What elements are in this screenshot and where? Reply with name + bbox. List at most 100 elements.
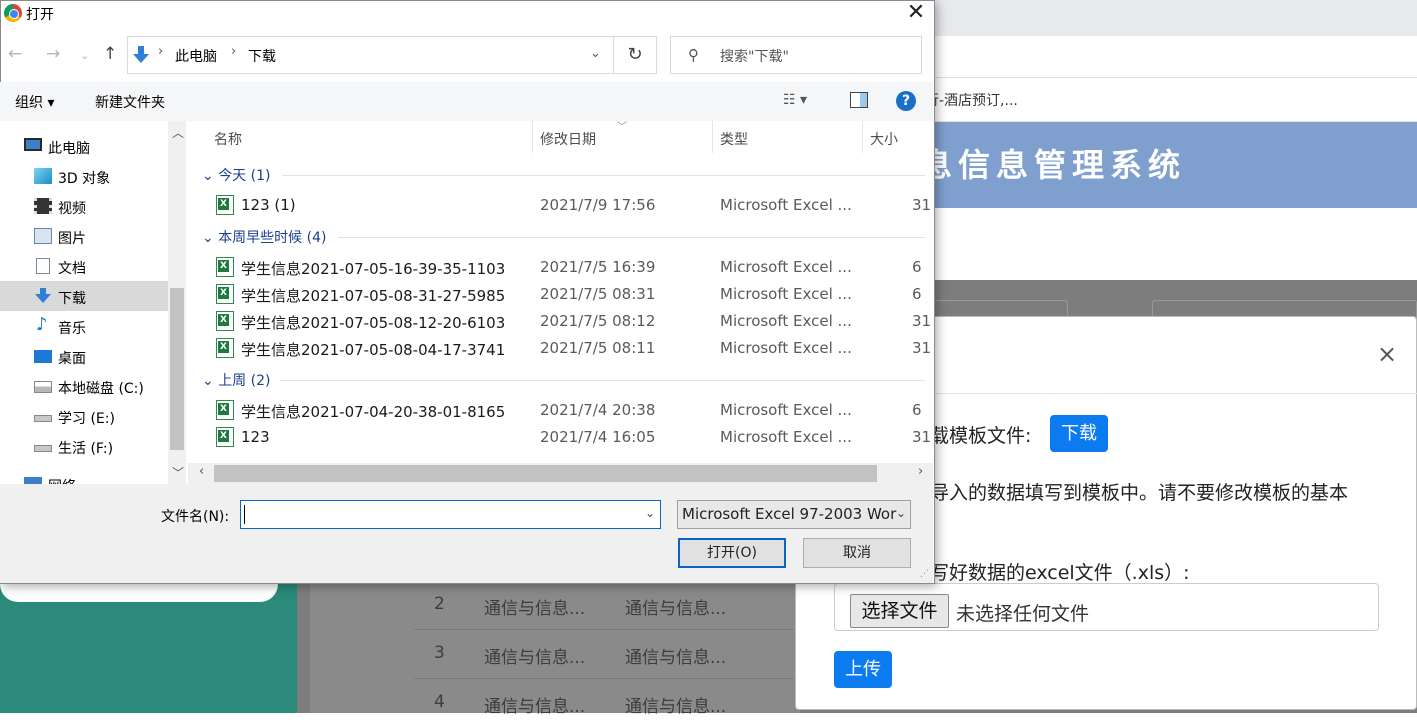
breadcrumb-separator-icon[interactable]: ›: [158, 44, 163, 59]
file-type: Microsoft Excel ...: [720, 258, 852, 276]
organize-menu[interactable]: 组织 ▾: [15, 92, 54, 112]
sidebar-item-label: 文档: [58, 261, 86, 277]
cube-icon: [34, 168, 52, 184]
forward-arrow-icon[interactable]: →: [46, 44, 60, 64]
table-row: 4 通信与信息... 通信与信息...: [414, 678, 794, 727]
file-type: Microsoft Excel ...: [720, 312, 852, 330]
cancel-button[interactable]: 取消: [803, 538, 911, 568]
filename-input[interactable]: [240, 500, 661, 529]
group-divider: [280, 380, 925, 381]
sidebar-item-label: 学习 (E:): [58, 411, 115, 427]
filetype-dropdown-icon[interactable]: ⌄: [896, 506, 906, 520]
upload-button[interactable]: 上传: [834, 651, 892, 688]
sidebar-item-network[interactable]: 网络: [0, 469, 168, 484]
address-dropdown-icon[interactable]: ⌄: [590, 46, 601, 61]
file-row[interactable]: 123 (1) 2021/7/9 17:56 Microsoft Excel .…: [188, 192, 933, 219]
table-cell: 通信与信息...: [484, 697, 586, 717]
music-icon: ♪: [36, 314, 48, 335]
sidebar-item-documents[interactable]: 文档: [0, 251, 168, 281]
filename-label: 文件名(N):: [161, 509, 230, 525]
column-divider[interactable]: [712, 121, 713, 153]
scroll-left-icon[interactable]: ‹: [199, 464, 204, 479]
sidebar-item-downloads[interactable]: 下载: [0, 281, 168, 311]
sidebar-item-drive-f[interactable]: 生活 (F:): [0, 431, 168, 461]
file-date: 2021/7/4 20:38: [540, 401, 656, 419]
column-header-name[interactable]: 名称: [214, 129, 242, 149]
refresh-icon[interactable]: ↻: [614, 36, 657, 74]
computer-icon: [24, 138, 42, 151]
table-cell: 通信与信息...: [484, 648, 586, 668]
open-button[interactable]: 打开(O): [678, 538, 786, 568]
column-divider[interactable]: [862, 121, 863, 153]
filename-dropdown-icon[interactable]: ⌄: [645, 506, 655, 520]
collapse-chevron-icon: ⌄: [202, 230, 219, 246]
file-date: 2021/7/5 16:39: [540, 258, 656, 276]
sidebar-item-pictures[interactable]: 图片: [0, 221, 168, 251]
search-placeholder: 搜索"下载": [720, 49, 789, 65]
network-icon: [24, 477, 42, 484]
desktop-icon: [34, 350, 52, 363]
sidebar-item-3d-objects[interactable]: 3D 对象: [0, 161, 168, 191]
table-cell: 通信与信息...: [625, 648, 727, 668]
bookmark-item[interactable]: 行-酒店预订,...: [925, 90, 1018, 110]
horizontal-scrollbar-thumb[interactable]: [214, 465, 877, 482]
resize-grip-icon[interactable]: ⋰: [920, 569, 929, 579]
disk-icon: [34, 381, 52, 393]
sidebar-scrollbar-thumb[interactable]: [170, 288, 184, 450]
preview-pane-icon[interactable]: [850, 92, 868, 108]
sidebar-item-videos[interactable]: 视频: [0, 191, 168, 221]
modal-close-icon[interactable]: ×: [1377, 340, 1397, 368]
scroll-down-icon[interactable]: ﹀: [172, 464, 184, 481]
dialog-close-icon[interactable]: ✕: [902, 0, 930, 26]
file-row[interactable]: 学生信息2021-07-05-16-39-35-1103 2021/7/5 16…: [188, 254, 933, 281]
collapse-chevron-icon: ⌄: [202, 373, 219, 389]
file-size: 31: [912, 312, 932, 330]
filetype-select[interactable]: Microsoft Excel 97-2003 Wor: [677, 500, 911, 529]
download-template-button[interactable]: 下载: [1050, 415, 1108, 452]
breadcrumb-separator-icon[interactable]: ›: [231, 44, 236, 59]
column-header-date[interactable]: 修改日期: [540, 129, 596, 149]
file-date: 2021/7/5 08:11: [540, 339, 656, 357]
file-row[interactable]: 123 2021/7/4 16:05 Microsoft Excel ... 3…: [188, 424, 933, 451]
sidebar-item-local-disk-c[interactable]: 本地磁盘 (C:): [0, 371, 168, 401]
group-label: 今天 (1): [218, 168, 271, 184]
column-divider[interactable]: [532, 121, 533, 153]
sidebar-item-label: 下载: [58, 291, 86, 307]
sidebar-item-drive-e[interactable]: 学习 (E:): [0, 401, 168, 431]
group-header-last-week[interactable]: ⌄ 上周 (2): [202, 370, 270, 390]
sidebar-item-this-pc[interactable]: 此电脑: [0, 131, 168, 161]
file-row[interactable]: 学生信息2021-07-05-08-31-27-5985 2021/7/5 08…: [188, 281, 933, 308]
breadcrumb-this-pc[interactable]: 此电脑: [175, 46, 217, 66]
breadcrumb-downloads[interactable]: 下载: [248, 46, 276, 66]
group-header-earlier-this-week[interactable]: ⌄ 本周早些时候 (4): [202, 227, 326, 247]
excel-file-icon: [216, 338, 234, 358]
file-type: Microsoft Excel ...: [720, 401, 852, 419]
file-row[interactable]: 学生信息2021-07-05-08-04-17-3741 2021/7/5 08…: [188, 335, 933, 362]
file-type: Microsoft Excel ...: [720, 339, 852, 357]
recent-locations-chevron-icon[interactable]: ⌄: [80, 49, 89, 62]
picture-icon: [34, 228, 52, 244]
column-header-size[interactable]: 大小: [870, 129, 898, 149]
up-arrow-icon[interactable]: ↑: [103, 44, 117, 64]
select-file-label: 写好数据的excel文件（.xls）:: [930, 562, 1190, 584]
column-header-type[interactable]: 类型: [720, 129, 748, 149]
file-size: 6: [912, 401, 922, 419]
new-folder-button[interactable]: 新建文件夹: [95, 92, 165, 112]
drive-icon: [34, 445, 52, 452]
search-input[interactable]: [670, 36, 922, 74]
sidebar-item-desktop[interactable]: 桌面: [0, 341, 168, 371]
file-row[interactable]: 学生信息2021-07-05-08-12-20-6103 2021/7/5 08…: [188, 308, 933, 335]
choose-file-button[interactable]: 选择文件: [850, 594, 949, 628]
scroll-right-icon[interactable]: ›: [918, 464, 923, 479]
sort-chevron-icon: ﹀: [617, 122, 627, 133]
sidebar-item-label: 网络: [48, 476, 76, 484]
file-row[interactable]: 学生信息2021-07-04-20-38-01-8165 2021/7/4 20…: [188, 397, 933, 424]
sidebar-item-music[interactable]: ♪ 音乐: [0, 311, 168, 341]
group-label: 上周 (2): [218, 373, 271, 389]
scroll-up-icon[interactable]: ︿: [172, 124, 184, 141]
group-header-today[interactable]: ⌄ 今天 (1): [202, 165, 270, 185]
view-options-icon[interactable]: ☷ ▾: [783, 92, 807, 108]
help-icon[interactable]: ?: [896, 91, 916, 111]
file-date: 2021/7/5 08:12: [540, 312, 656, 330]
back-arrow-icon[interactable]: ←: [8, 44, 22, 64]
